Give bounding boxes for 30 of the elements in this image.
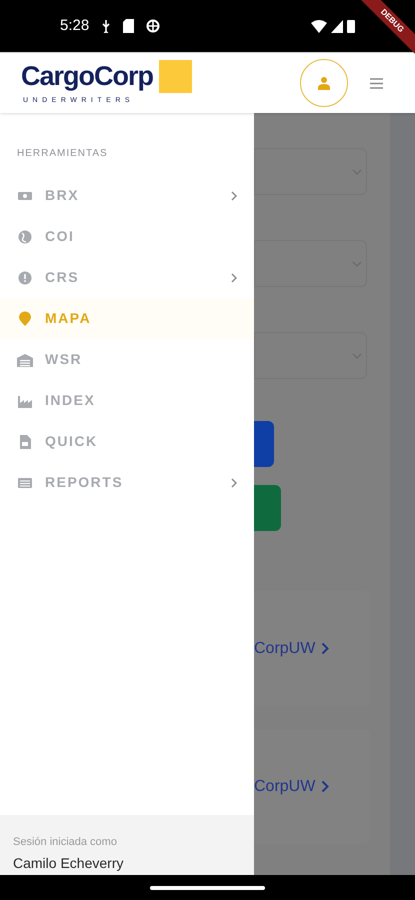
clock: 5:28 xyxy=(60,16,90,36)
logo-text: CargoCorp xyxy=(21,62,153,90)
document-icon xyxy=(17,434,33,450)
menu-icon[interactable] xyxy=(370,78,383,88)
dropdown-field[interactable] xyxy=(254,240,367,287)
user-name: Camilo Echeverry xyxy=(13,856,124,870)
card-link[interactable]: CorpUW xyxy=(254,636,330,660)
gear-icon xyxy=(146,19,160,33)
card-link[interactable]: CorpUW xyxy=(254,774,330,798)
profile-button[interactable] xyxy=(300,59,348,107)
chevron-right-icon xyxy=(321,642,330,655)
secondary-button[interactable] xyxy=(254,485,281,531)
battery-icon xyxy=(347,19,355,33)
person-icon xyxy=(317,76,331,90)
primary-button[interactable] xyxy=(254,421,274,467)
signal-icon xyxy=(331,20,343,32)
map-pin-icon xyxy=(17,310,33,326)
logo-square xyxy=(159,60,192,93)
chevron-right-icon xyxy=(321,780,330,793)
session-caption: Sesión iniciada como xyxy=(13,837,118,848)
home-handle[interactable] xyxy=(150,886,265,890)
menu-item[interactable]: MAPA xyxy=(0,298,254,339)
sd-card-icon xyxy=(123,19,134,33)
wifi-icon xyxy=(311,20,327,32)
usb-icon xyxy=(101,19,112,33)
section-heading: HERRAMIENTAS xyxy=(17,147,109,161)
dropdown-field[interactable] xyxy=(254,148,367,195)
alert-icon xyxy=(17,270,33,286)
warehouse-icon xyxy=(17,352,33,368)
dropdown-field[interactable] xyxy=(254,332,367,379)
